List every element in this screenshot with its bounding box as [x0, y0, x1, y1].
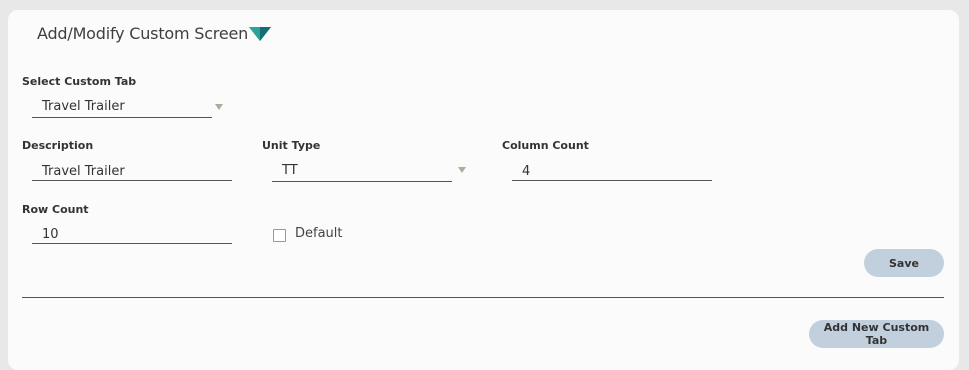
- row-count-field[interactable]: [32, 224, 232, 245]
- select-custom-tab-value: Travel Trailer: [42, 99, 125, 114]
- description-label: Description: [22, 139, 94, 152]
- column-count-field[interactable]: [512, 161, 712, 182]
- filter-chevron-icon[interactable]: [249, 26, 271, 42]
- column-count-label: Column Count: [502, 139, 589, 152]
- description-field[interactable]: [32, 161, 232, 182]
- section-divider: [22, 297, 944, 298]
- page-title: Add/Modify Custom Screen: [37, 24, 249, 43]
- select-custom-tab-label: Select Custom Tab: [22, 75, 137, 88]
- column-count-field-container: [512, 160, 712, 182]
- chevron-down-icon[interactable]: [458, 167, 466, 173]
- select-custom-tab-dropdown[interactable]: Travel Trailer: [32, 97, 212, 118]
- add-new-custom-tab-button[interactable]: Add New Custom Tab: [809, 320, 944, 348]
- row-count-field-container: [32, 223, 232, 245]
- unit-type-dropdown[interactable]: TT: [272, 161, 452, 182]
- unit-type-value: TT: [282, 163, 298, 178]
- default-checkbox[interactable]: [273, 229, 286, 242]
- unit-type-label: Unit Type: [262, 139, 321, 152]
- chevron-down-icon[interactable]: [215, 104, 223, 110]
- row-count-label: Row Count: [22, 203, 89, 216]
- save-button[interactable]: Save: [864, 249, 944, 277]
- custom-screen-panel: Add/Modify Custom Screen Select Custom T…: [8, 10, 959, 370]
- default-checkbox-label: Default: [295, 226, 343, 241]
- description-field-container: [32, 160, 232, 182]
